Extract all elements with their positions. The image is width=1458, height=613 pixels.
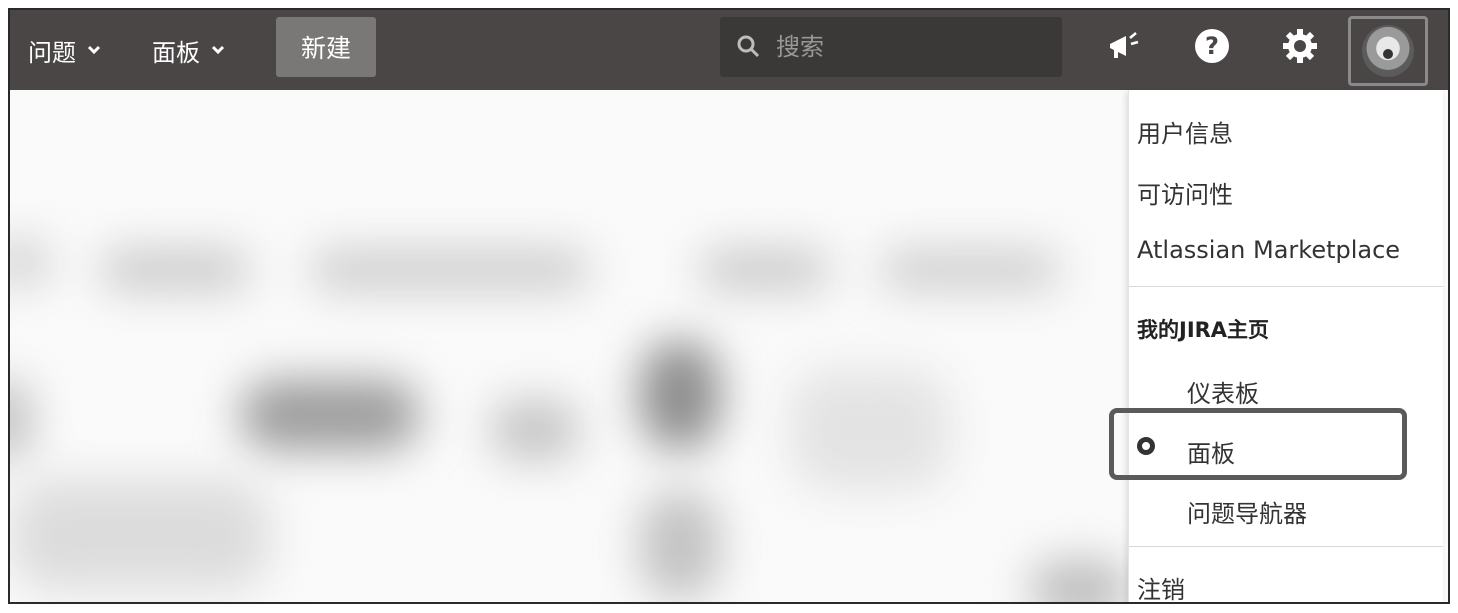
search-icon (737, 35, 760, 58)
menu-item-accessibility[interactable]: 可访问性 (1137, 175, 1233, 210)
boards-menu[interactable]: 面板 (152, 10, 226, 90)
issues-menu-label: 问题 (28, 38, 76, 67)
top-navigation-bar: 问题 面板 新建 ? (10, 10, 1448, 90)
menu-item-issue-navigator[interactable]: 问题导航器 (1187, 494, 1307, 529)
svg-text:?: ? (1205, 32, 1219, 60)
create-button[interactable]: 新建 (276, 17, 376, 77)
menu-heading-my-home: 我的JIRA主页 (1137, 318, 1270, 342)
megaphone-icon[interactable] (1102, 24, 1146, 68)
menu-item-logout[interactable]: 注销 (1137, 570, 1185, 602)
search-input[interactable] (774, 32, 1048, 62)
menu-divider (1129, 286, 1443, 287)
menu-item-profile[interactable]: 用户信息 (1137, 114, 1233, 149)
menu-item-dashboard[interactable]: 仪表板 (1187, 374, 1259, 409)
menu-divider (1129, 546, 1443, 547)
issues-menu[interactable]: 问题 (28, 10, 102, 90)
screenshot-frame: 问题 面板 新建 ? (8, 8, 1450, 604)
help-icon[interactable]: ? (1190, 24, 1234, 68)
menu-item-boards[interactable]: 面板 (1187, 434, 1235, 469)
radio-selected-icon (1137, 437, 1155, 455)
chevron-down-icon (87, 45, 101, 55)
avatar (1362, 25, 1414, 77)
blurred-page-content (10, 90, 1130, 602)
boards-menu-label: 面板 (152, 38, 200, 67)
search-box (720, 17, 1062, 77)
chevron-down-icon (211, 45, 225, 55)
gear-icon[interactable] (1278, 24, 1322, 68)
user-avatar-button[interactable] (1348, 16, 1428, 86)
menu-item-marketplace[interactable]: Atlassian Marketplace (1137, 236, 1400, 264)
user-dropdown-menu: 用户信息 可访问性 Atlassian Marketplace 我的JIRA主页… (1109, 90, 1443, 602)
